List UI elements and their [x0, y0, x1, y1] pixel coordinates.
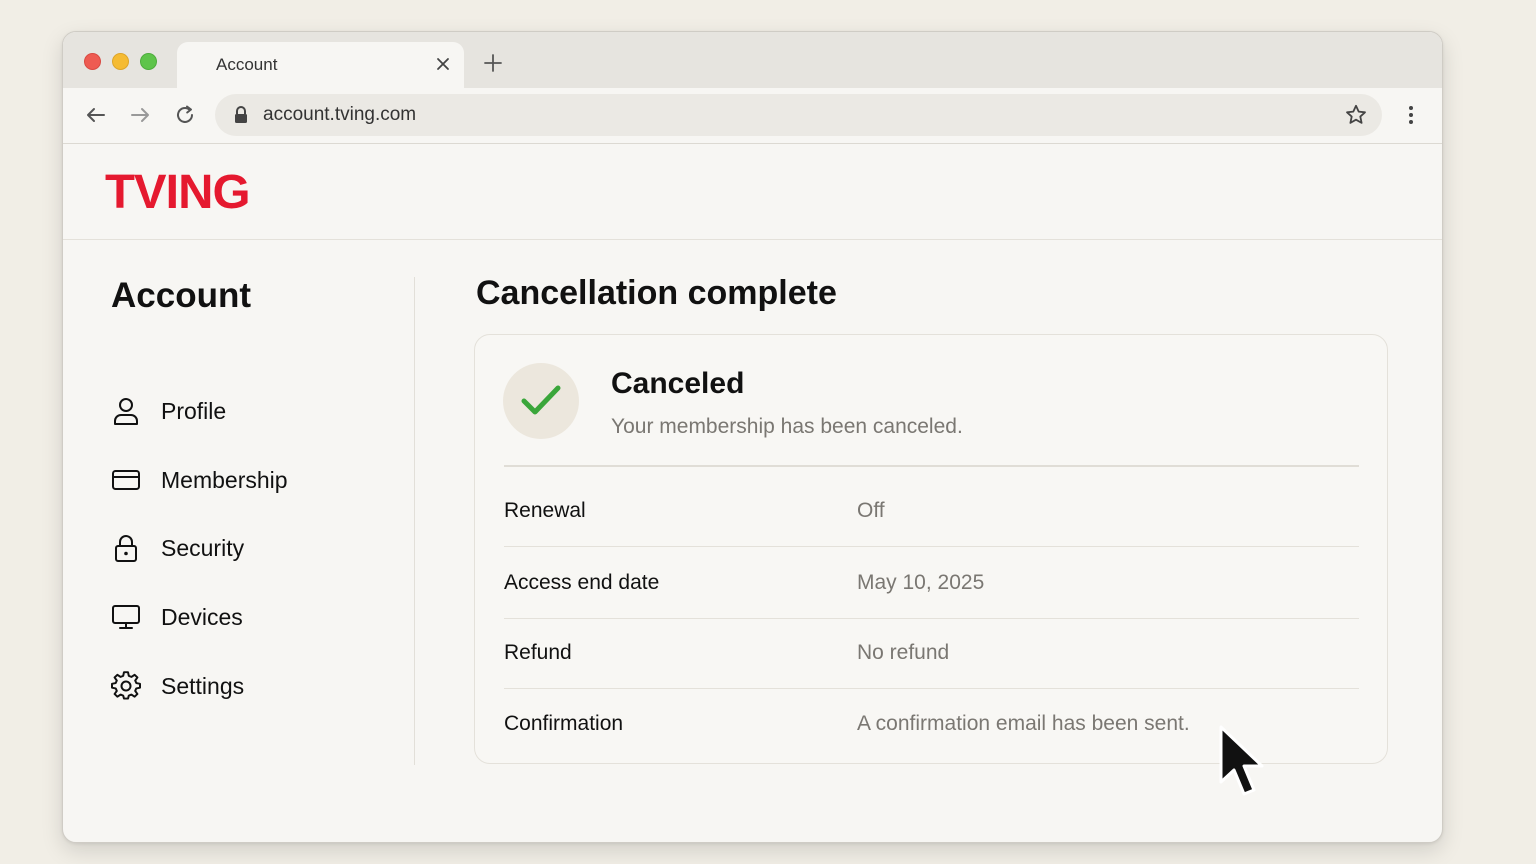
page-title: Cancellation complete — [476, 274, 837, 312]
sidebar-item-settings[interactable]: Settings — [111, 666, 391, 706]
detail-value-confirmation: A confirmation email has been sent. — [857, 712, 1190, 735]
reload-icon[interactable] — [173, 103, 197, 127]
minimize-window-button[interactable] — [112, 53, 129, 70]
sidebar-item-label: Settings — [161, 672, 245, 699]
tab-title: Account — [216, 55, 278, 74]
detail-value-refund: No refund — [857, 641, 950, 664]
detail-value-access-end: May 10, 2025 — [857, 571, 985, 594]
status-icon-badge — [503, 363, 579, 439]
detail-label-access-end: Access end date — [504, 571, 660, 594]
row-divider — [504, 546, 1359, 547]
detail-label-confirmation: Confirmation — [504, 712, 624, 735]
browser-toolbar: account.tving.com — [63, 88, 1442, 144]
account-sidebar: Account Profile Membership Security Devi… — [63, 240, 413, 800]
sidebar-title: Account — [111, 276, 251, 315]
monitor-icon — [111, 602, 141, 632]
close-window-button[interactable] — [84, 53, 101, 70]
detail-value-renewal: Off — [857, 499, 885, 522]
site-header: TVING — [63, 144, 1442, 240]
lock-icon — [111, 533, 141, 563]
sidebar-item-label: Profile — [161, 397, 227, 424]
address-bar[interactable]: account.tving.com — [215, 94, 1382, 136]
sidebar-item-profile[interactable]: Profile — [111, 391, 391, 431]
sidebar-divider — [414, 277, 415, 765]
browser-tab-account[interactable]: Account — [177, 42, 464, 88]
status-subtitle: Your membership has been canceled. — [611, 415, 963, 438]
maximize-window-button[interactable] — [140, 53, 157, 70]
sidebar-item-membership[interactable]: Membership — [111, 460, 391, 500]
checkmark-icon — [521, 385, 561, 415]
sidebar-item-label: Security — [161, 534, 245, 561]
tab-bar: Account — [63, 32, 1442, 88]
status-title: Canceled — [611, 367, 745, 400]
lock-icon — [235, 106, 247, 123]
person-icon — [111, 396, 141, 426]
forward-arrow-icon[interactable] — [128, 103, 152, 127]
sidebar-item-label: Devices — [161, 603, 243, 630]
back-arrow-icon[interactable] — [84, 103, 108, 127]
sidebar-item-security[interactable]: Security — [111, 528, 391, 568]
close-tab-icon[interactable] — [433, 54, 453, 74]
mouse-cursor-icon — [1219, 725, 1264, 796]
more-menu-icon[interactable] — [1399, 103, 1423, 127]
card-divider — [504, 465, 1359, 467]
new-tab-icon[interactable] — [482, 52, 504, 74]
tving-logo[interactable]: TVING — [105, 165, 251, 220]
url-text: account.tving.com — [263, 104, 417, 125]
sidebar-item-devices[interactable]: Devices — [111, 597, 391, 637]
detail-label-refund: Refund — [504, 641, 572, 664]
bookmark-star-icon[interactable] — [1344, 103, 1368, 127]
card-icon — [111, 465, 141, 495]
row-divider — [504, 688, 1359, 689]
row-divider — [504, 618, 1359, 619]
detail-label-renewal: Renewal — [504, 499, 586, 522]
browser-window: Account account.tving.com TVING Account … — [62, 31, 1443, 843]
gear-icon — [111, 671, 141, 701]
cancellation-card: Canceled Your membership has been cancel… — [474, 334, 1388, 764]
sidebar-item-label: Membership — [161, 466, 288, 493]
